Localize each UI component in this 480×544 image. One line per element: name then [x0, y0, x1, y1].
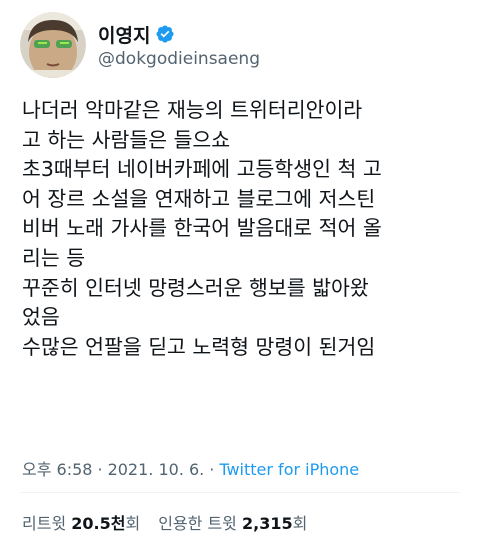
- avatar[interactable]: [20, 12, 86, 78]
- tweet-line: 었음: [22, 305, 60, 330]
- tweet-header: 이영지 @dokgodieinsaeng: [20, 12, 260, 78]
- tweet-line: 비버 노래 가사를 한국어 발음대로 적어 올: [22, 216, 382, 241]
- quotes-count: 2,315: [241, 514, 293, 533]
- tweet-line: 어 장르 소설을 연재하고 블로그에 저스틴: [22, 186, 376, 211]
- quotes-stat[interactable]: 인용한 트윗 2,315회: [158, 514, 307, 533]
- retweets-label: 리트윗: [22, 514, 67, 533]
- user-handle[interactable]: @dokgodieinsaeng: [98, 49, 260, 69]
- quotes-unit: 회: [292, 514, 308, 533]
- name-row: 이영지: [98, 21, 260, 47]
- divider: [20, 492, 460, 493]
- tweet-text: 나더러 악마같은 재능의 트위터리안이라 고 하는 사람들은 들으쇼 초3때부터…: [22, 96, 468, 362]
- verified-badge-icon: [156, 25, 174, 43]
- tweet-line: 꾸준히 인터넷 망령스러운 행보를 밟아왔: [22, 275, 369, 300]
- meta-separator: ·: [97, 460, 103, 479]
- tweet-time[interactable]: 오후 6:58: [22, 460, 92, 479]
- tweet-line: 수많은 언팔을 딛고 노력형 망령이 된거임: [22, 334, 376, 359]
- meta-separator: ·: [209, 460, 215, 479]
- tweet-date[interactable]: 2021. 10. 6.: [108, 460, 205, 479]
- user-info: 이영지 @dokgodieinsaeng: [98, 21, 260, 70]
- tweet-meta: 오후 6:58 · 2021. 10. 6. · Twitter for iPhone: [22, 456, 359, 480]
- retweets-stat[interactable]: 리트윗 20.5천회: [22, 514, 140, 533]
- display-name[interactable]: 이영지: [98, 21, 150, 48]
- retweets-count: 20.5천: [71, 514, 126, 533]
- tweet-source-link[interactable]: Twitter for iPhone: [219, 460, 359, 479]
- tweet-line: 나더러 악마같은 재능의 트위터리안이라: [22, 98, 363, 122]
- tweet-line: 고 하는 사람들은 들으쇼: [22, 127, 231, 152]
- retweets-unit: 회: [125, 514, 141, 533]
- tweet-line: 리는 등: [22, 245, 86, 270]
- tweet-line: 초3때부터 네이버카페에 고등학생인 척 고: [22, 157, 382, 182]
- quotes-label: 인용한 트윗: [158, 514, 237, 533]
- tweet-stats: 리트윗 20.5천회 인용한 트윗 2,315회: [22, 510, 307, 534]
